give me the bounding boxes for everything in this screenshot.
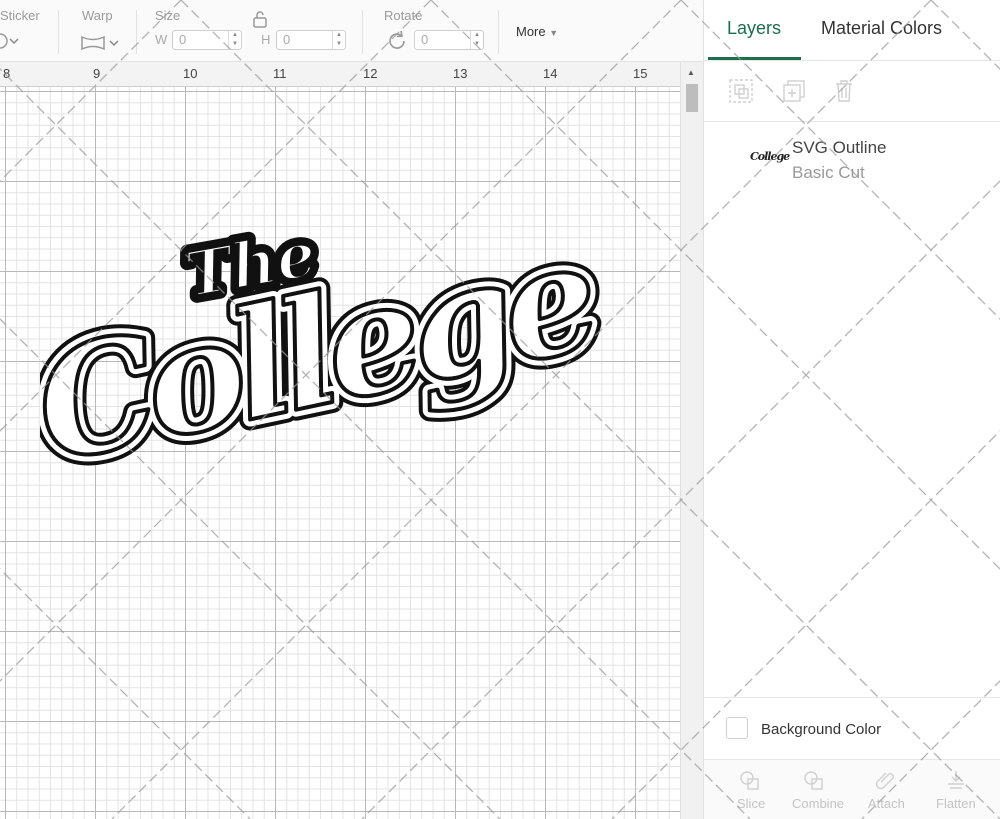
layer-operation[interactable]: Basic Cut: [792, 163, 865, 183]
flatten-button[interactable]: Flatten: [936, 796, 976, 811]
background-color-row[interactable]: Background Color: [704, 697, 1000, 759]
toolbar-divider: [58, 10, 59, 54]
size-group: Size W 0 ▲ ▼ H 0 ▲ ▼: [150, 0, 360, 62]
duplicate-icon[interactable]: [781, 78, 807, 104]
more-label: More: [516, 24, 546, 39]
caret-down-icon: ▼: [549, 28, 559, 38]
top-toolbar: Sticker Warp Size W 0 ▲ ▼ H 0 ▲ ▼ Rotate…: [0, 0, 703, 62]
rotate-label: Rotate: [384, 8, 423, 23]
height-value: 0: [283, 32, 291, 47]
toolbar-divider: [362, 10, 363, 54]
attach-icon[interactable]: [874, 768, 898, 792]
sticker-group: Sticker: [0, 0, 58, 62]
ruler-number: 8: [3, 66, 11, 81]
width-label: W: [155, 32, 168, 47]
artwork-college-text: College: [40, 208, 608, 497]
slice-button[interactable]: Slice: [737, 796, 765, 811]
ruler-number: 15: [633, 66, 648, 81]
layer-item[interactable]: College SVG Outline Basic Cut: [704, 126, 1000, 192]
attach-button[interactable]: Attach: [868, 796, 905, 811]
scroll-up-icon[interactable]: ▲: [687, 68, 695, 77]
toolbar-divider: [136, 10, 137, 54]
ruler-number: 12: [363, 66, 378, 81]
warp-icon[interactable]: [80, 34, 122, 52]
horizontal-ruler: 8 9 10 11 12 13 14 15: [0, 62, 680, 87]
tab-material-colors[interactable]: Material Colors: [821, 18, 942, 39]
vertical-scrollbar[interactable]: ▲: [680, 62, 703, 819]
width-stepper[interactable]: ▲ ▼: [228, 31, 241, 49]
more-button[interactable]: More ▼: [516, 24, 558, 39]
rotate-stepper[interactable]: ▲ ▼: [470, 31, 483, 49]
college-svg-artwork[interactable]: The The College College College: [40, 182, 640, 562]
combine-icon[interactable]: [802, 768, 826, 792]
ruler-number: 14: [543, 66, 558, 81]
size-label: Size: [155, 8, 181, 23]
slice-icon[interactable]: [738, 768, 762, 792]
height-stepper[interactable]: ▲ ▼: [332, 31, 345, 49]
rotate-input[interactable]: 0 ▲ ▼: [414, 30, 484, 50]
ruler-number: 11: [273, 66, 287, 81]
ruler-number: 10: [183, 66, 198, 81]
width-input[interactable]: 0 ▲ ▼: [172, 30, 242, 50]
design-canvas[interactable]: 8 9 10 11 12 13 14 15 The The College Co…: [0, 62, 703, 819]
layers-panel: Layers Material Colors College SVG Outli…: [703, 0, 1000, 819]
layer-thumbnail: College: [750, 150, 790, 163]
layer-tools-bar: [704, 60, 1000, 122]
warp-label: Warp: [82, 8, 113, 23]
rotate-group: Rotate 0 ▲ ▼: [380, 0, 490, 62]
height-input[interactable]: 0 ▲ ▼: [276, 30, 346, 50]
toolbar-divider: [498, 10, 499, 54]
tab-layers[interactable]: Layers: [727, 18, 781, 39]
sticker-label: Sticker: [0, 8, 40, 23]
warp-group: Warp: [80, 0, 140, 62]
sticker-icon[interactable]: [0, 32, 20, 50]
width-value: 0: [179, 32, 187, 47]
ruler-number: 9: [93, 66, 101, 81]
bottom-tools-bar: Slice Combine Attach Flatten: [704, 759, 1000, 819]
scroll-thumb[interactable]: [686, 84, 698, 112]
rotate-icon[interactable]: [386, 30, 408, 52]
background-color-label: Background Color: [761, 721, 882, 738]
lock-icon[interactable]: [252, 10, 268, 28]
rotate-value: 0: [421, 32, 429, 47]
height-label: H: [261, 32, 271, 47]
flatten-icon[interactable]: [944, 768, 968, 792]
ruler-number: 13: [453, 66, 468, 81]
delete-icon[interactable]: [831, 78, 857, 104]
layer-name: SVG Outline: [792, 138, 887, 157]
background-color-swatch[interactable]: [726, 717, 748, 739]
combine-button[interactable]: Combine: [792, 796, 844, 811]
group-icon[interactable]: [728, 78, 754, 104]
